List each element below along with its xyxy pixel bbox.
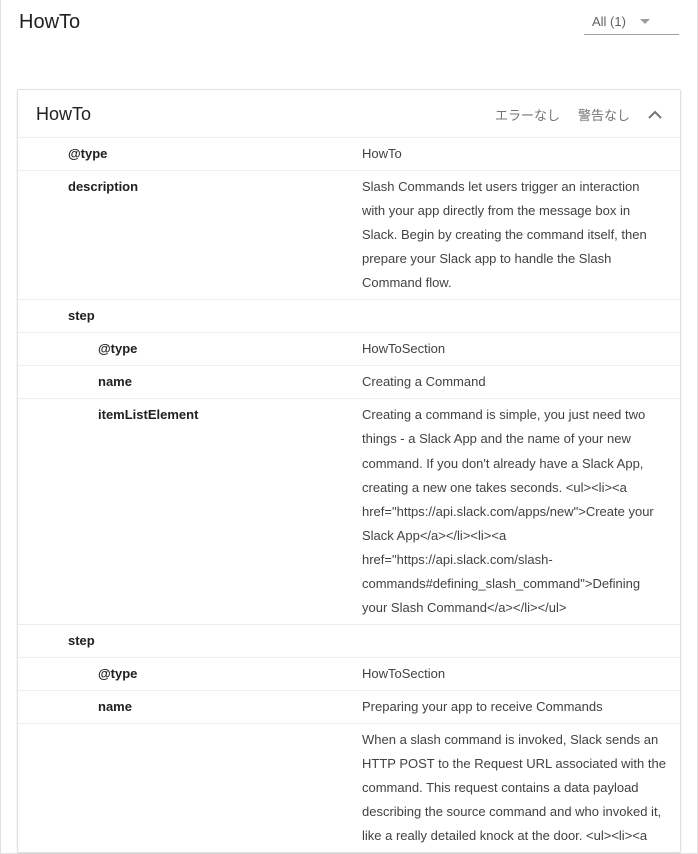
property-value: Creating a Command bbox=[358, 366, 680, 398]
property-key: step bbox=[18, 625, 358, 657]
filter-dropdown[interactable]: All (1) bbox=[584, 10, 679, 35]
table-row: namePreparing your app to receive Comman… bbox=[18, 690, 680, 723]
collapse-button[interactable] bbox=[648, 110, 662, 119]
property-value: Slash Commands let users trigger an inte… bbox=[358, 171, 680, 299]
table-row: descriptionSlash Commands let users trig… bbox=[18, 170, 680, 299]
property-table: @typeHowTodescriptionSlash Commands let … bbox=[18, 137, 680, 852]
status-group: エラーなし 警告なし bbox=[495, 105, 662, 124]
table-row: itemListElementCreating a command is sim… bbox=[18, 398, 680, 623]
top-header: HowTo All (1) bbox=[1, 0, 697, 43]
property-key: @type bbox=[18, 138, 358, 170]
property-key: description bbox=[18, 171, 358, 299]
card-header[interactable]: HowTo エラーなし 警告なし bbox=[18, 90, 680, 137]
property-key: step bbox=[18, 300, 358, 332]
table-row: nameCreating a Command bbox=[18, 365, 680, 398]
property-value: Creating a command is simple, you just n… bbox=[358, 399, 680, 623]
caret-down-icon bbox=[640, 19, 650, 25]
property-value: HowToSection bbox=[358, 333, 680, 365]
property-value: HowToSection bbox=[358, 658, 680, 690]
chevron-up-icon bbox=[648, 110, 662, 119]
property-value: HowTo bbox=[358, 138, 680, 170]
status-no-warnings: 警告なし bbox=[578, 105, 630, 124]
filter-label: All (1) bbox=[592, 14, 626, 29]
page-title: HowTo bbox=[19, 11, 80, 34]
status-no-errors: エラーなし bbox=[495, 105, 560, 124]
card-area: HowTo エラーなし 警告なし @typeHowTodescriptionSl… bbox=[1, 43, 697, 853]
table-row: @typeHowToSection bbox=[18, 657, 680, 690]
result-card: HowTo エラーなし 警告なし @typeHowTodescriptionSl… bbox=[17, 89, 681, 853]
table-row: step bbox=[18, 299, 680, 332]
table-row: @typeHowToSection bbox=[18, 332, 680, 365]
property-value bbox=[358, 625, 680, 657]
property-value bbox=[358, 300, 680, 332]
property-key bbox=[18, 724, 358, 852]
property-key: name bbox=[18, 366, 358, 398]
property-key: itemListElement bbox=[18, 399, 358, 623]
property-value: Preparing your app to receive Commands bbox=[358, 691, 680, 723]
page-container: HowTo All (1) HowTo エラーなし 警告なし bbox=[0, 0, 698, 854]
property-value: When a slash command is invoked, Slack s… bbox=[358, 724, 680, 852]
property-key: @type bbox=[18, 658, 358, 690]
table-row: @typeHowTo bbox=[18, 137, 680, 170]
table-row: step bbox=[18, 624, 680, 657]
property-key: @type bbox=[18, 333, 358, 365]
table-row: When a slash command is invoked, Slack s… bbox=[18, 723, 680, 852]
property-key: name bbox=[18, 691, 358, 723]
card-title: HowTo bbox=[36, 104, 495, 125]
